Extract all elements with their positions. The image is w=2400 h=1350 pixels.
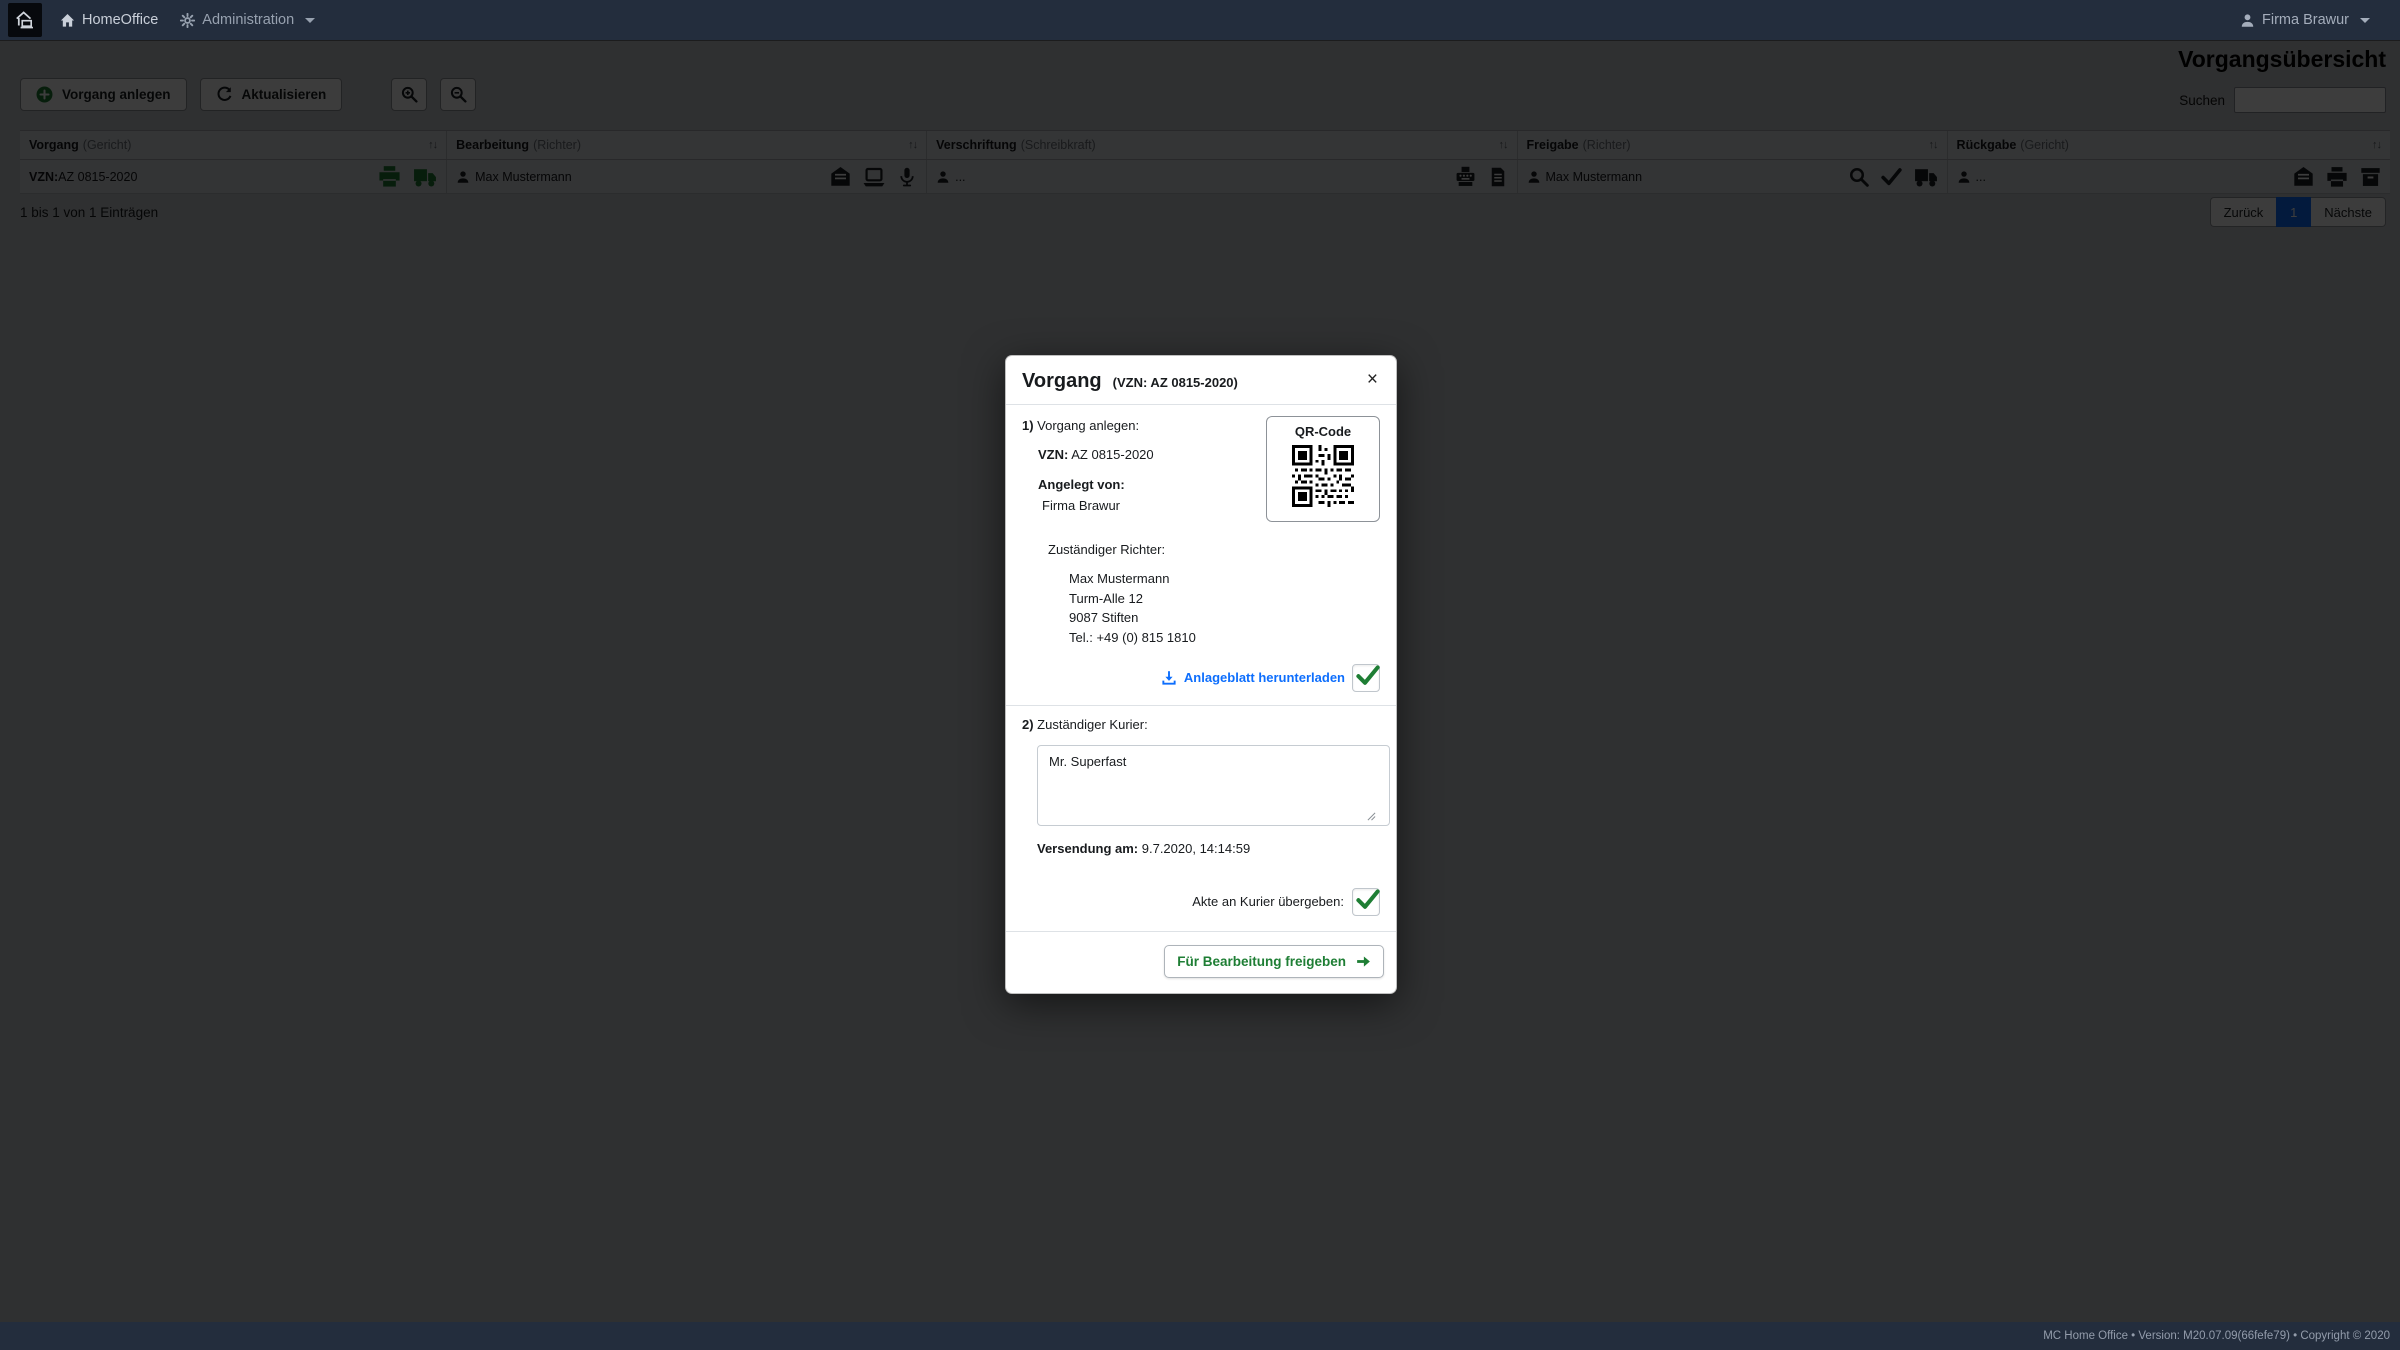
richter-name: Max Mustermann	[1069, 569, 1380, 589]
step1-created-value: Firma Brawur	[1042, 498, 1154, 514]
handover-checkbox[interactable]	[1352, 888, 1380, 916]
modal-header: Vorgang (VZN: AZ 0815-2020) ×	[1006, 356, 1396, 405]
richter-label: Zuständiger Richter:	[1048, 542, 1380, 558]
qr-code-image	[1292, 445, 1354, 507]
qr-title: QR-Code	[1273, 424, 1373, 440]
nav-menu-label: Administration	[202, 12, 294, 28]
richter-city: 9087 Stiften	[1069, 608, 1380, 628]
arrow-right-icon	[1356, 954, 1371, 969]
download-row: Anlageblatt herunterladen	[1022, 664, 1380, 692]
download-anlageblatt-link[interactable]: Anlageblatt herunterladen	[1161, 670, 1345, 686]
modal-title: Vorgang	[1022, 370, 1102, 393]
person-icon	[2240, 13, 2255, 28]
modal-footer: Für Bearbeitung freigeben	[1006, 932, 1396, 993]
richter-street: Turm-Alle 12	[1069, 589, 1380, 609]
step2-heading: 2) Zuständiger Kurier:	[1022, 717, 1380, 733]
modal-subtitle: (VZN: AZ 0815-2020)	[1113, 375, 1238, 390]
handover-row: Akte an Kurier übergeben:	[1022, 888, 1380, 918]
user-name: Firma Brawur	[2262, 12, 2349, 28]
chevron-down-icon	[2360, 18, 2370, 23]
close-icon[interactable]: ×	[1365, 370, 1380, 389]
anlageblatt-checkbox[interactable]	[1352, 664, 1380, 692]
top-navbar: HomeOffice Administration Firma Brawur	[0, 0, 2400, 40]
user-menu[interactable]: Firma Brawur	[2240, 12, 2370, 28]
step1-heading: 1) Vorgang anlegen:	[1022, 418, 1154, 434]
download-icon	[1161, 670, 1177, 686]
release-button-label: Für Bearbeitung freigeben	[1177, 954, 1346, 969]
richter-phone: Tel.: +49 (0) 815 1810	[1069, 628, 1380, 648]
step2-block: 2) Zuständiger Kurier: Mr. Superfast Ver…	[1022, 706, 1380, 918]
gear-icon	[180, 13, 195, 28]
house-icon	[60, 13, 75, 28]
vorgang-modal: Vorgang (VZN: AZ 0815-2020) × 1) Vorgang…	[1005, 355, 1397, 994]
app-logo[interactable]	[8, 3, 42, 37]
step1-text-block: 1) Vorgang anlegen: VZN: AZ 0815-2020 An…	[1022, 418, 1154, 527]
nav-homeoffice[interactable]: HomeOffice	[60, 12, 158, 28]
download-link-label: Anlageblatt herunterladen	[1184, 670, 1345, 686]
versand-line: Versendung am: 9.7.2020, 14:14:59	[1037, 841, 1380, 857]
footer-version-text: MC Home Office • Version: M20.07.09(66fe…	[2043, 1330, 2390, 1342]
chevron-down-icon	[305, 18, 315, 23]
nav-administration[interactable]: Administration	[180, 12, 315, 28]
modal-body: 1) Vorgang anlegen: VZN: AZ 0815-2020 An…	[1006, 405, 1396, 932]
step1-vzn: VZN: AZ 0815-2020	[1038, 447, 1154, 463]
handover-label: Akte an Kurier übergeben:	[1192, 894, 1344, 910]
richter-address: Max Mustermann Turm-Alle 12 9087 Stiften…	[1069, 569, 1380, 647]
release-for-bearbeitung-button[interactable]: Für Bearbeitung freigeben	[1164, 945, 1384, 978]
qr-card: QR-Code	[1266, 416, 1380, 522]
courier-textarea[interactable]: Mr. Superfast	[1037, 745, 1390, 826]
nav-brand-label: HomeOffice	[82, 12, 158, 28]
app-footer: MC Home Office • Version: M20.07.09(66fe…	[0, 1322, 2400, 1350]
step1-created-label: Angelegt von:	[1038, 477, 1154, 493]
